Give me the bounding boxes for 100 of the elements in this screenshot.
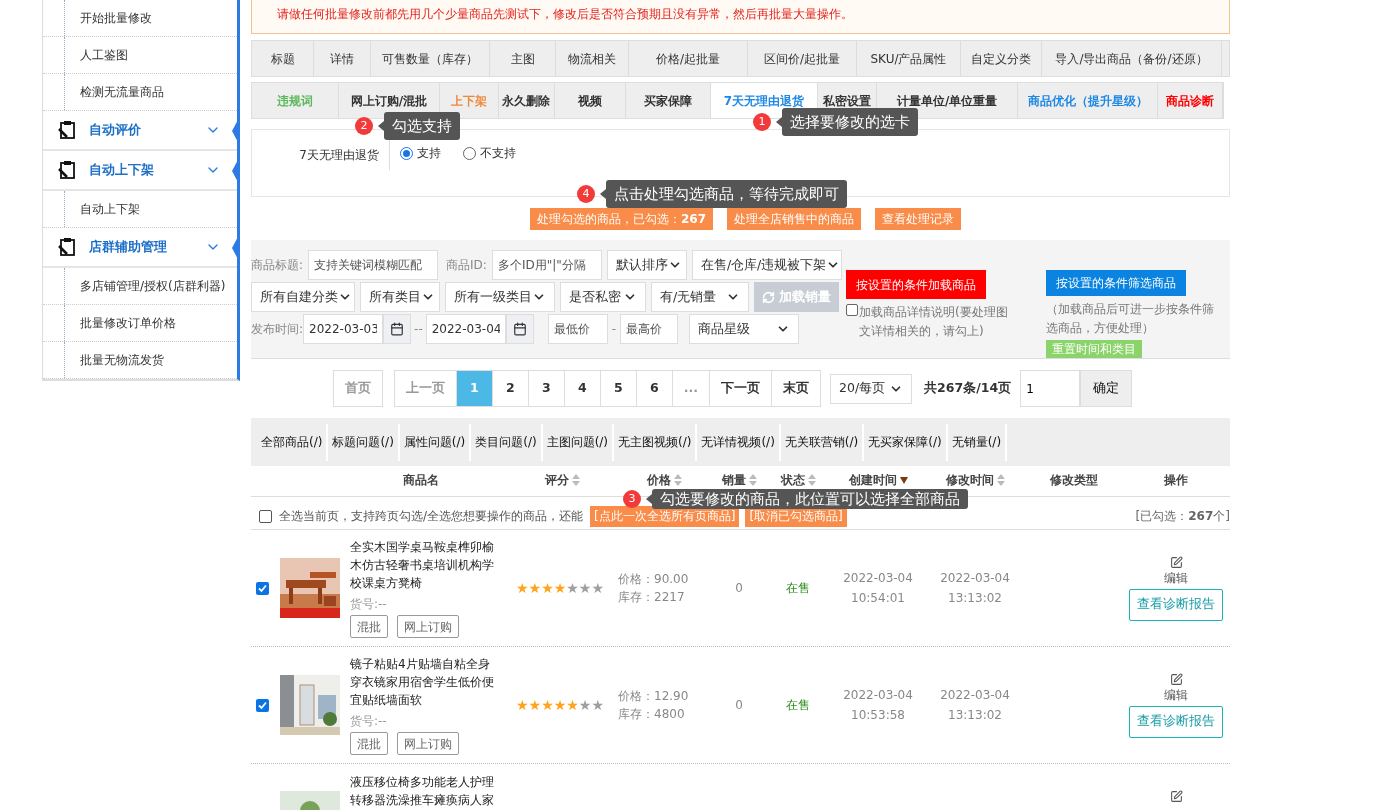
sales-text: 0 <box>734 580 744 597</box>
pointer-tooltip <box>776 117 782 127</box>
checkbox[interactable] <box>259 509 272 523</box>
modified-time: 13:13:02 <box>948 707 1002 724</box>
checkmark-icon <box>258 700 267 710</box>
input-field[interactable]: 多个ID用"|"分隔 <box>491 250 602 280</box>
edit-link[interactable]: 编辑 <box>1164 568 1188 587</box>
field-label: 发布时间: <box>251 321 304 338</box>
radio-label: 不支持 <box>480 145 516 162</box>
edit-link[interactable]: 编辑 <box>1164 685 1188 704</box>
input-field[interactable]: 最高价 <box>620 314 679 344</box>
column-header[interactable]: 修改时间 <box>945 471 994 489</box>
column-header[interactable]: 评分 <box>544 471 569 489</box>
tag: 混批 <box>350 732 388 755</box>
column-header[interactable]: 价格 <box>646 471 671 489</box>
notice-text: 请做任何批量修改前都先用几个少量商品先测试下，修改后是否符合预期且没有异常，然后再批量大量操作。 <box>277 7 853 21</box>
created-time: 2022-03-04 <box>843 687 913 704</box>
edit-icon[interactable] <box>1169 672 1183 686</box>
input-field[interactable]: 支持关键词模糊匹配 <box>308 250 439 280</box>
dropdown[interactable]: 所有类目 <box>360 282 440 312</box>
sidebar-item[interactable]: 批量修改订单价格 <box>80 314 176 332</box>
column-header[interactable]: 状态 <box>780 471 805 489</box>
sidebar-group-title[interactable]: 自动上下架 <box>89 160 154 180</box>
filter-goods-button[interactable]: 按设置的条件筛选商品 <box>1046 270 1186 296</box>
sidebar-item[interactable]: 批量无物流发货 <box>80 351 164 369</box>
checkbox-label: 加载商品详情说明(要处理图文详情相关的，请勾上) <box>859 304 1009 340</box>
pointer-tooltip <box>378 121 384 131</box>
page-link[interactable]: 下一页 <box>709 370 773 407</box>
checkbox[interactable] <box>846 304 858 316</box>
column-header[interactable]: 创建时间 <box>848 471 897 489</box>
status-text: 在售 <box>785 580 811 597</box>
select-all-text: 全选当前页，支持跨页勾选/全选您想要操作的商品，还能 <box>279 508 584 525</box>
pointer-tooltip <box>600 189 606 199</box>
clipboard-pen-icon <box>57 237 77 257</box>
star-rating: ★★★★★★★ <box>516 581 605 595</box>
page-link[interactable]: 6 <box>635 370 673 407</box>
dropdown[interactable]: 所有一级类目 <box>445 282 555 312</box>
load-goods-button[interactable]: 按设置的条件加载商品 <box>846 270 986 299</box>
created-time: 2022-03-04 <box>843 570 913 587</box>
date-separator: -- <box>413 321 424 338</box>
sidebar-group-title[interactable]: 自动评价 <box>89 120 141 140</box>
step-number-tooltip: 4 <box>577 185 595 203</box>
stock-text: 库存：4800 <box>618 706 686 723</box>
sidebar-item[interactable]: 开始批量修改 <box>80 9 152 27</box>
column-header[interactable]: 销量 <box>721 471 746 489</box>
calendar-icon <box>512 322 527 336</box>
sidebar-item[interactable]: 检测无流量商品 <box>80 83 164 101</box>
product-title[interactable]: 液压移位椅多功能老人护理转移器洗澡推车瘫痪病人家 <box>350 773 498 809</box>
total-count: 共267条/14页 <box>924 379 1012 398</box>
sidebar-item[interactable]: 人工鉴图 <box>80 46 128 64</box>
stock-text: 库存：2217 <box>618 589 686 606</box>
modified-time: 13:13:02 <box>948 590 1002 607</box>
dropdown[interactable]: 在售/仓库/违规被下架 <box>691 250 842 280</box>
input-field[interactable]: 最低价 <box>547 314 608 344</box>
sidebar-item[interactable]: 自动上下架 <box>80 200 140 218</box>
created-time: 10:53:58 <box>851 707 905 724</box>
dropdown[interactable]: 20/每页 <box>830 373 913 404</box>
tag: 网上订购 <box>397 732 459 755</box>
star-rating: ★★★★★★★ <box>516 698 605 712</box>
checkbox[interactable] <box>256 581 269 595</box>
edit-icon[interactable] <box>1169 555 1183 569</box>
dropdown[interactable]: 有/无销量 <box>651 282 749 312</box>
dropdown[interactable]: 是否私密 <box>560 282 646 312</box>
page-link[interactable]: 末页 <box>771 370 822 407</box>
column-header: 商品名 <box>402 472 439 489</box>
page-number-field[interactable]: 1 <box>1020 370 1081 407</box>
step-number-tooltip: 2 <box>355 117 373 135</box>
go-button[interactable]: 确定 <box>1080 370 1133 407</box>
edit-icon[interactable] <box>1169 790 1183 803</box>
radio-label: 支持 <box>417 145 441 162</box>
product-title[interactable]: 全实木国学桌马鞍桌榫卯榆木仿古轻奢书桌培训机构学校课桌方凳椅 <box>350 538 498 592</box>
refresh-icon <box>762 290 775 304</box>
sku-text: 货号:-- <box>350 596 388 613</box>
calendar-button[interactable] <box>383 314 412 344</box>
input-field[interactable]: 2022-03-03 <box>303 314 384 344</box>
tag: 网上订购 <box>397 615 459 638</box>
status-text: 在售 <box>785 697 811 714</box>
page-link[interactable]: 5 <box>599 370 637 407</box>
page-link[interactable]: 3 <box>527 370 565 407</box>
sidebar-item[interactable]: 多店铺管理/授权(店群利器) <box>80 277 226 295</box>
checkmark-icon <box>258 583 267 593</box>
dropdown[interactable]: 所有自建分类 <box>251 282 355 312</box>
dropdown[interactable]: 默认排序 <box>606 250 687 280</box>
page-link[interactable]: 2 <box>491 370 529 407</box>
pointer-tooltip <box>646 494 652 504</box>
sales-text: 0 <box>734 697 744 714</box>
dropdown[interactable]: 商品星级 <box>689 314 800 344</box>
price-text: 价格：90.00 <box>618 571 690 588</box>
column-header: 修改类型 <box>1050 472 1098 489</box>
calendar-button[interactable] <box>505 314 534 344</box>
checkbox[interactable] <box>256 698 269 712</box>
price-separator: - <box>610 321 618 338</box>
sidebar-group-title[interactable]: 店群辅助管理 <box>89 237 167 257</box>
sku-text: 货号:-- <box>350 713 388 730</box>
guide-tooltip: 选择要修改的选卡 <box>782 108 918 136</box>
calendar-icon <box>390 322 405 336</box>
setting-label: 7天无理由退货 <box>299 147 379 164</box>
edit-tab[interactable]: 永久删除 <box>498 83 555 118</box>
product-title[interactable]: 镜子粘贴4片贴墙自粘全身穿衣镜家用宿舍学生低价便宜贴纸墙面软 <box>350 655 498 709</box>
page-link[interactable]: 4 <box>563 370 601 407</box>
